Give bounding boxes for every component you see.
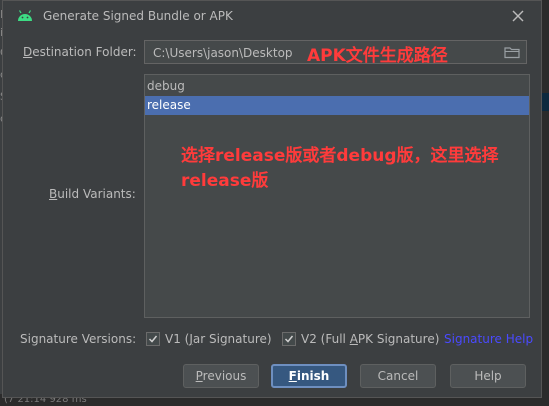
title-bar[interactable]: Generate Signed Bundle or APK	[3, 1, 541, 31]
v1-signature-label: V1 (Jar Signature)	[165, 332, 272, 346]
v1-signature-checkbox[interactable]	[146, 332, 160, 346]
dialog-title: Generate Signed Bundle or APK	[43, 9, 233, 23]
annotation-output-path: APK文件生成路径	[307, 46, 448, 66]
finish-button[interactable]: Finish	[271, 364, 347, 388]
variant-item-debug[interactable]: debug	[145, 77, 529, 96]
annotation-variant-line1: 选择release版或者debug版，这里选择	[181, 146, 499, 166]
variant-item-release[interactable]: release	[145, 96, 529, 115]
folder-icon[interactable]	[504, 45, 520, 59]
destination-folder-value: C:\Users\jason\Desktop	[153, 46, 293, 60]
help-button[interactable]: Help	[450, 364, 526, 388]
signature-help-link[interactable]: Signature Help	[444, 332, 533, 346]
previous-button[interactable]: Previous	[183, 364, 259, 388]
annotation-variant-line2: release版	[181, 171, 269, 191]
generate-signed-apk-dialog: Generate Signed Bundle or APK Destinatio…	[2, 0, 542, 398]
android-icon	[17, 9, 33, 23]
close-icon[interactable]	[507, 5, 529, 27]
v2-signature-label: V2 (Full APK Signature)	[301, 332, 440, 346]
signature-versions-label: Signature Versions:	[20, 332, 137, 346]
destination-folder-label: Destination Folder:	[23, 45, 137, 59]
build-variants-label: Build Variants:	[49, 187, 136, 201]
cancel-button[interactable]: Cancel	[360, 364, 436, 388]
v2-signature-checkbox[interactable]	[282, 332, 296, 346]
build-variants-list[interactable]: debug release	[144, 74, 530, 318]
